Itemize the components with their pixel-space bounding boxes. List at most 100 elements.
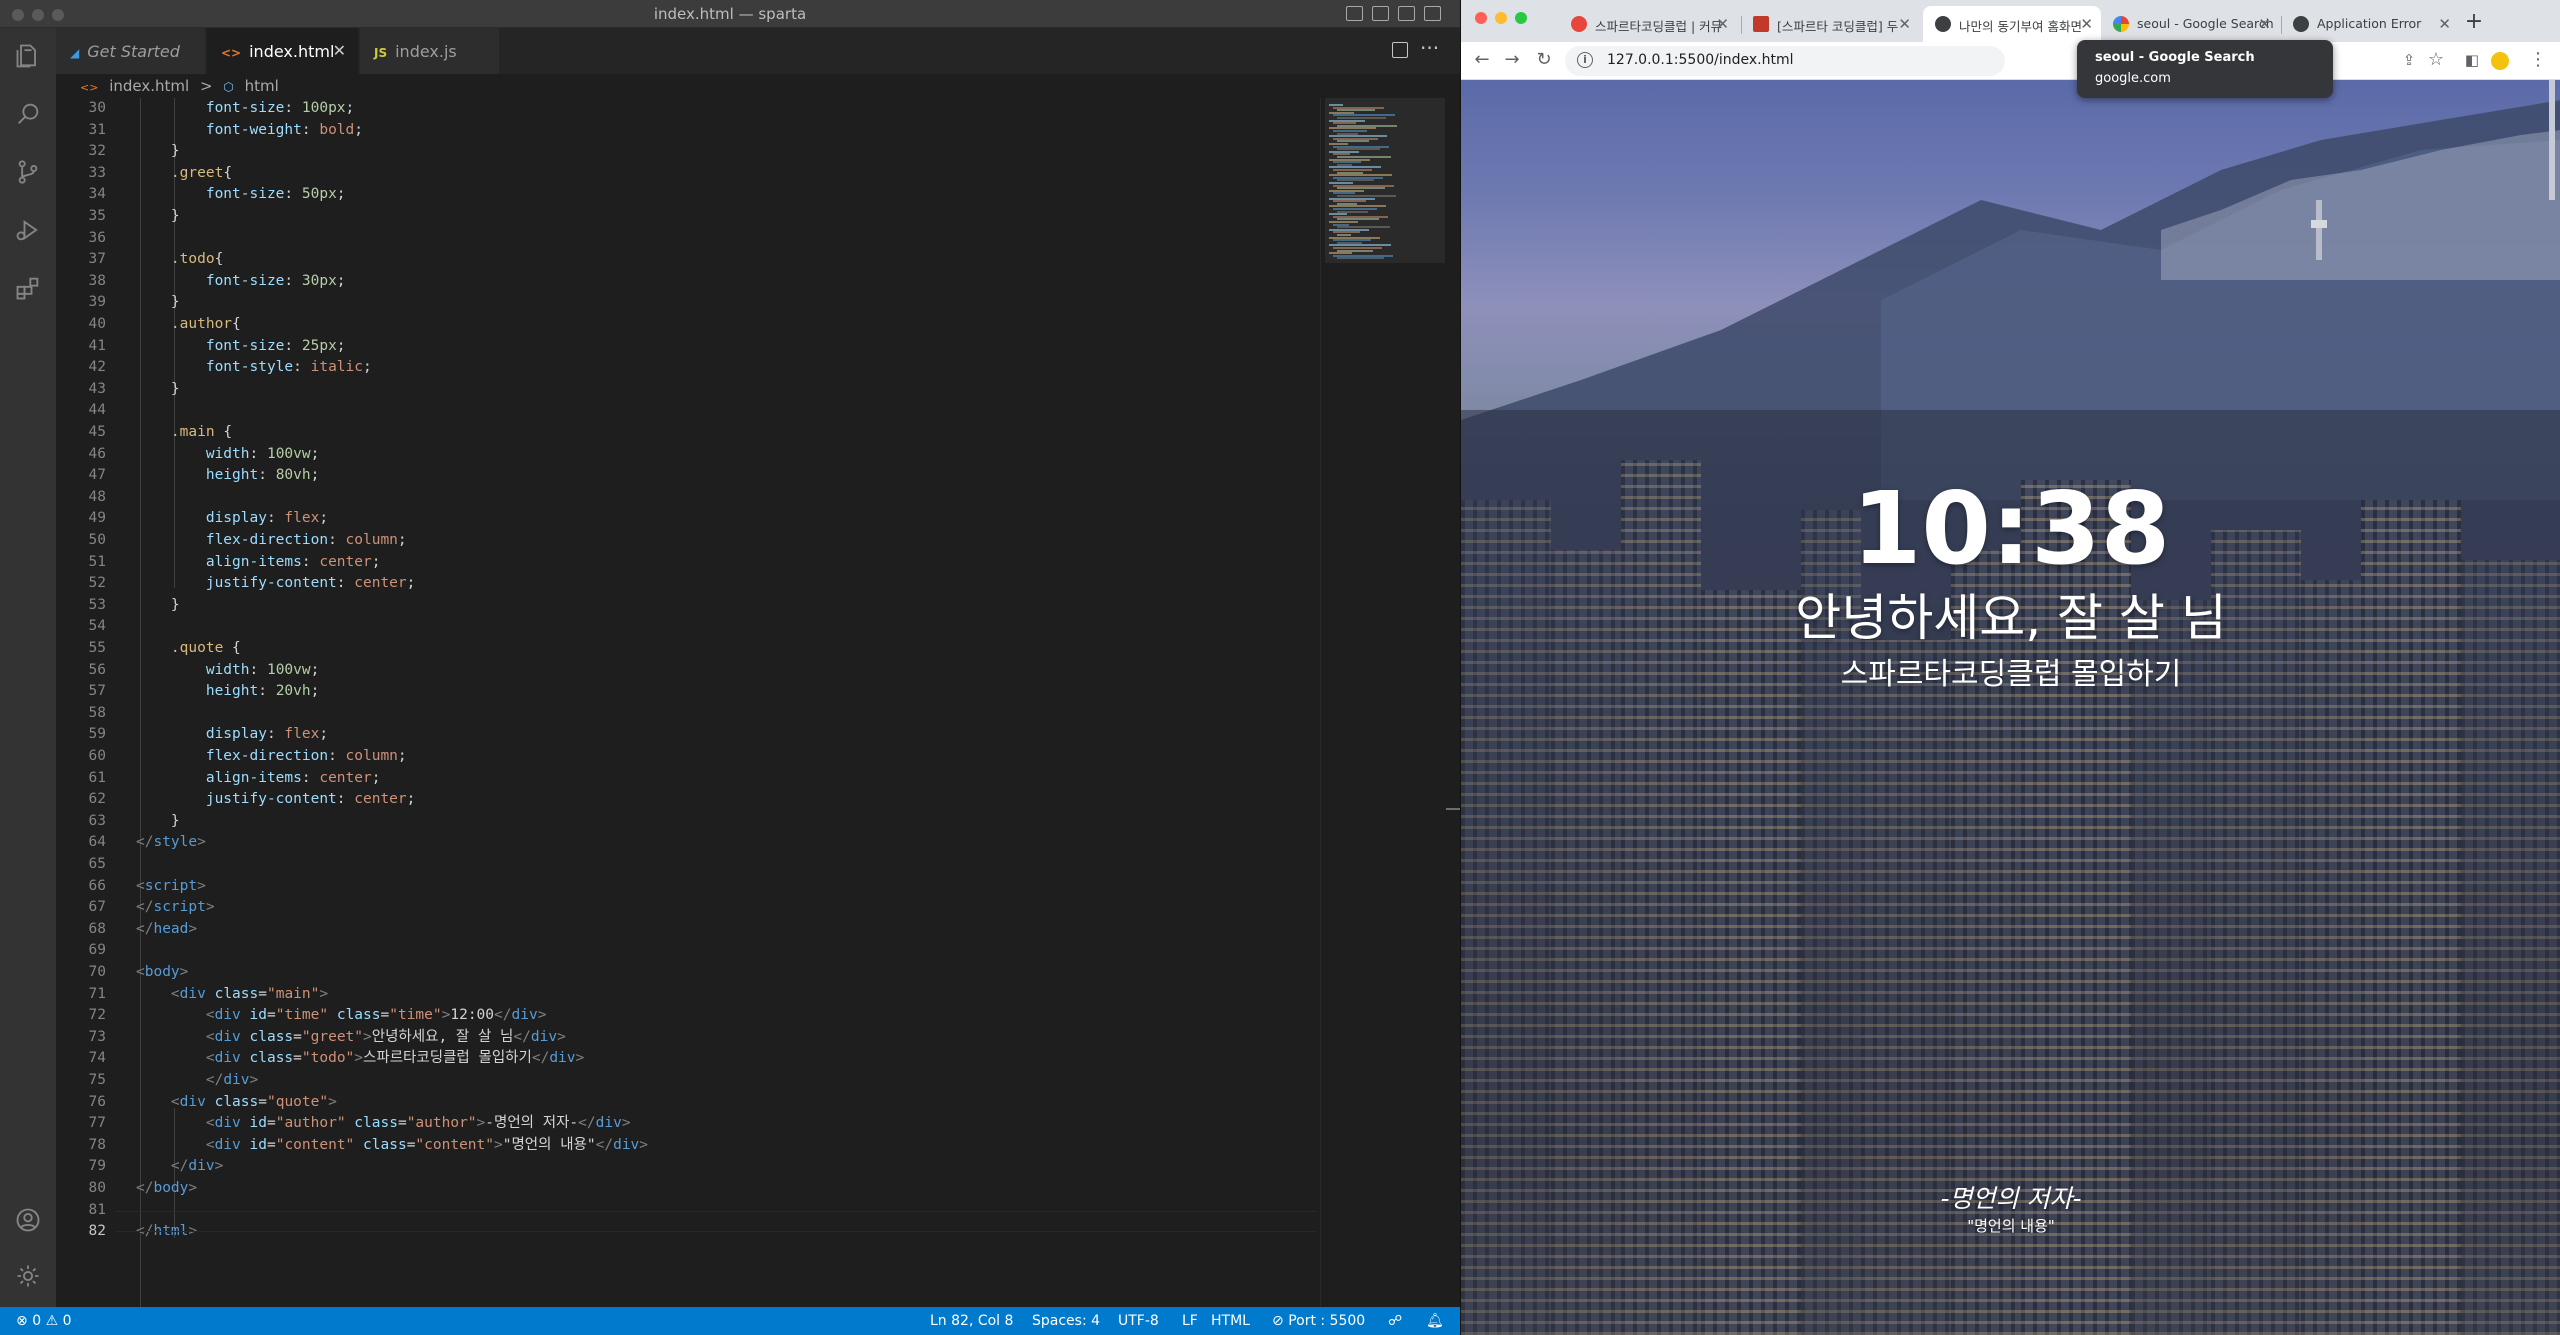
code-line[interactable]: } [136, 811, 180, 833]
code-editor[interactable]: 30 font-size: 100px; 31 font-weight: bold… [56, 98, 1320, 1307]
code-line[interactable]: .greet{ [136, 163, 232, 185]
code-line[interactable]: <body> [136, 962, 188, 984]
code-line[interactable]: .quote { [136, 638, 241, 660]
live-server-port[interactable]: ⊘ Port : 5500 [1272, 1313, 1365, 1329]
code-line[interactable]: </script> [136, 897, 215, 919]
code-line[interactable]: <div class="main"> [136, 984, 328, 1006]
code-line[interactable]: flex-direction: column; [136, 746, 407, 768]
share-icon[interactable]: ⇪ [2398, 50, 2420, 72]
tab-close-icon[interactable]: ✕ [333, 41, 346, 60]
code-line[interactable]: justify-content: center; [136, 573, 416, 595]
encoding[interactable]: UTF-8 [1118, 1313, 1159, 1329]
code-line[interactable]: } [136, 379, 180, 401]
more-actions-icon[interactable]: ··· [1420, 36, 1439, 60]
code-line[interactable]: <div class="quote"> [136, 1092, 337, 1114]
code-line[interactable]: font-size: 30px; [136, 271, 346, 293]
language-mode[interactable]: HTML [1211, 1313, 1250, 1329]
window-close-button[interactable] [1475, 12, 1487, 24]
chrome-menu-icon[interactable]: ⋮ [2527, 50, 2549, 72]
end-of-line[interactable]: LF [1182, 1313, 1198, 1329]
code-line[interactable]: } [136, 595, 180, 617]
tab-close-icon[interactable]: ✕ [2080, 15, 2093, 33]
tab-index-js[interactable]: JS index.js [360, 28, 500, 74]
site-info-icon[interactable]: i [1577, 52, 1593, 68]
code-line[interactable]: align-items: center; [136, 768, 381, 790]
window-zoom-button[interactable] [1515, 12, 1527, 24]
editor-scrollbar[interactable] [1446, 98, 1460, 1307]
code-line[interactable]: flex-direction: column; [136, 530, 407, 552]
search-icon[interactable] [14, 100, 42, 128]
code-line[interactable]: .todo{ [136, 249, 223, 271]
code-line[interactable]: display: flex; [136, 724, 328, 746]
code-line[interactable]: } [136, 206, 180, 228]
code-line[interactable]: width: 100vw; [136, 660, 320, 682]
window-minimize-button[interactable] [1495, 12, 1507, 24]
back-arrow-icon[interactable]: ← [1471, 50, 1493, 72]
code-line[interactable]: </style> [136, 832, 206, 854]
code-line[interactable]: </div> [136, 1070, 258, 1092]
scrollbar-thumb[interactable] [1446, 808, 1460, 810]
manage-gear-icon[interactable] [14, 1262, 42, 1290]
code-line[interactable]: <div class="greet">안녕하세요, 잘 살 님</div> [136, 1027, 566, 1049]
code-line[interactable]: </body> [136, 1178, 197, 1200]
browser-tab-sparta-coding[interactable]: [스파르타 코딩클럽] 두 ✕ [1741, 6, 1919, 42]
code-line[interactable]: } [136, 141, 180, 163]
tab-close-icon[interactable]: ✕ [1716, 15, 1729, 33]
indentation[interactable]: Spaces: 4 [1032, 1313, 1100, 1329]
tab-index-html[interactable]: <> index.html ✕ [207, 28, 359, 74]
code-line[interactable]: font-style: italic; [136, 357, 372, 379]
code-line[interactable]: display: flex; [136, 508, 328, 530]
code-line[interactable]: justify-content: center; [136, 789, 416, 811]
toggle-panel-icon[interactable] [1372, 6, 1389, 21]
browser-tab-application-error[interactable]: Application Error ✕ [2281, 6, 2459, 42]
code-line[interactable]: </head> [136, 919, 197, 941]
feedback-icon[interactable]: ☍ [1388, 1313, 1402, 1329]
code-line[interactable]: font-size: 100px; [136, 98, 354, 120]
address-bar[interactable]: i 127.0.0.1:5500/index.html [1565, 46, 2005, 76]
split-editor-icon[interactable] [1392, 42, 1408, 58]
code-line[interactable]: font-weight: bold; [136, 120, 363, 142]
code-line[interactable]: .main { [136, 422, 232, 444]
reload-icon[interactable]: ↻ [1533, 50, 1555, 72]
code-line[interactable]: width: 100vw; [136, 444, 320, 466]
minimap[interactable] [1320, 98, 1446, 1307]
extensions-icon[interactable] [14, 274, 42, 302]
code-line[interactable]: height: 80vh; [136, 465, 320, 487]
code-line[interactable]: <div class="todo">스파르타코딩클럽 몰입하기</div> [136, 1048, 584, 1070]
browser-tab-motivation-home[interactable]: 나만의 동기부여 홈화면 ✕ [1923, 6, 2101, 42]
code-line[interactable]: } [136, 292, 180, 314]
tab-close-icon[interactable]: ✕ [2258, 15, 2271, 33]
breadcrumb-file[interactable]: index.html [109, 77, 189, 95]
side-panel-icon[interactable]: ◧ [2461, 50, 2483, 72]
run-and-debug-icon[interactable] [14, 216, 42, 244]
code-line[interactable]: height: 20vh; [136, 681, 320, 703]
toggle-primary-sidebar-icon[interactable] [1346, 6, 1363, 21]
breadcrumb-node[interactable]: html [245, 77, 279, 95]
tab-close-icon[interactable]: ✕ [2438, 15, 2451, 33]
browser-tab-sparta-community[interactable]: 스파르타코딩클럽 | 커뮤 ✕ [1559, 6, 1737, 42]
tab-close-icon[interactable]: ✕ [1898, 15, 1911, 33]
new-tab-button[interactable]: + [2461, 10, 2487, 36]
code-line[interactable]: align-items: center; [136, 552, 381, 574]
code-line[interactable]: <div id="author" class="author">-명언의 저자-… [136, 1113, 631, 1135]
code-line[interactable]: <div id="time" class="time">12:00</div> [136, 1005, 547, 1027]
cursor-position[interactable]: Ln 82, Col 8 [930, 1313, 1013, 1329]
source-control-icon[interactable] [14, 158, 42, 186]
tab-get-started[interactable]: ◢ Get Started [56, 28, 206, 74]
code-line[interactable]: <div id="content" class="content">"명언의 내… [136, 1135, 648, 1157]
problems-indicator[interactable]: ⊗ 0 ⚠ 0 [16, 1313, 72, 1329]
profile-avatar-icon[interactable] [2491, 52, 2509, 70]
code-line[interactable]: font-size: 50px; [136, 184, 346, 206]
browser-tab-google-search[interactable]: seoul - Google Search ✕ [2101, 6, 2279, 42]
code-line[interactable]: .author{ [136, 314, 241, 336]
code-line[interactable]: </div> [136, 1156, 223, 1178]
code-line[interactable]: font-size: 25px; [136, 336, 346, 358]
accounts-icon[interactable] [14, 1206, 42, 1234]
notifications-bell-icon[interactable]: 🔔︎ [1426, 1313, 1444, 1329]
explorer-icon[interactable] [14, 42, 42, 70]
toggle-secondary-sidebar-icon[interactable] [1398, 6, 1415, 21]
code-line[interactable]: <script> [136, 876, 206, 898]
forward-arrow-icon[interactable]: → [1501, 50, 1523, 72]
bookmark-star-icon[interactable]: ☆ [2425, 50, 2447, 72]
customize-layout-icon[interactable] [1424, 6, 1441, 21]
